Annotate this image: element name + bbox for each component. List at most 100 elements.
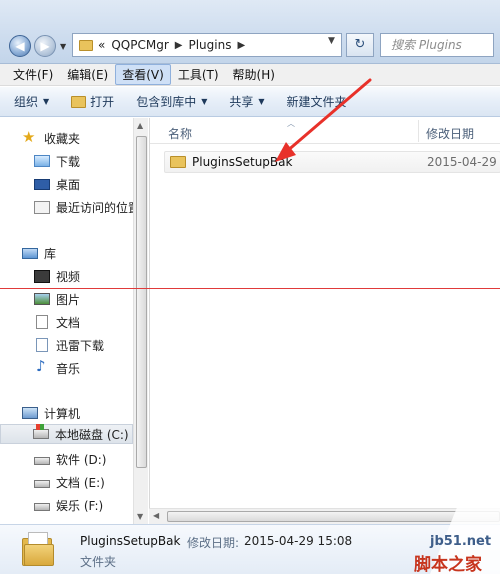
chevron-right-icon[interactable]: ▶ xyxy=(175,40,183,51)
menu-file[interactable]: 文件(F) xyxy=(6,64,60,85)
thunder-download-icon xyxy=(36,338,48,352)
command-bar: 组织 ▼ 打开 包含到库中 ▼ 共享 ▼ 新建文件夹 xyxy=(0,87,500,117)
column-header-name[interactable]: 名称 xyxy=(168,125,192,142)
nav-thunder-label: 迅雷下载 xyxy=(56,338,105,353)
recent-places-icon xyxy=(34,200,50,214)
nav-drive-e[interactable]: 文档 (E:) xyxy=(34,472,105,492)
scrollbar-thumb[interactable] xyxy=(136,136,147,468)
refresh-button[interactable]: ↻ xyxy=(346,33,374,57)
nav-computer-label: 计算机 xyxy=(44,406,81,421)
watermark-logo-text: 脚本之家 xyxy=(414,555,482,574)
details-file-name: PluginsSetupBak xyxy=(80,534,181,548)
video-icon xyxy=(34,269,50,283)
file-row[interactable]: PluginsSetupBak 2015-04-29 1 xyxy=(164,151,500,173)
recent-pages-dropdown-icon[interactable]: ▼ xyxy=(60,42,66,51)
file-list-pane: ︿ 名称 修改日期 PluginsSetupBak 2015-04-29 1 xyxy=(149,118,500,524)
chevron-down-icon: ▼ xyxy=(43,97,50,106)
nav-music-label: 音乐 xyxy=(56,361,81,376)
open-button[interactable]: 打开 xyxy=(71,93,114,110)
folder-icon xyxy=(79,39,93,51)
forward-button[interactable]: ▶ xyxy=(34,35,56,57)
column-divider[interactable] xyxy=(418,120,419,142)
new-folder-button[interactable]: 新建文件夹 xyxy=(287,93,347,110)
folder-icon xyxy=(170,156,186,168)
drive-icon xyxy=(34,480,50,488)
nav-videos[interactable]: 视频 xyxy=(34,266,80,286)
details-file-type: 文件夹 xyxy=(80,555,117,569)
nav-drive-f[interactable]: 娱乐 (F:) xyxy=(34,495,103,515)
nav-videos-label: 视频 xyxy=(56,269,81,284)
star-icon xyxy=(22,128,38,146)
navigation-scrollbar[interactable]: ▲ ▼ xyxy=(133,118,148,524)
nav-computer[interactable]: 计算机 xyxy=(22,403,80,423)
nav-drive-d-label: 软件 (D:) xyxy=(56,452,107,467)
scroll-up-icon[interactable]: ▲ xyxy=(137,121,143,130)
chevron-down-icon: ▼ xyxy=(201,97,208,106)
nav-libraries[interactable]: 库 xyxy=(22,243,56,263)
search-input[interactable]: 搜索 Plugins xyxy=(380,33,494,57)
horizontal-scrollbar[interactable]: ◀ xyxy=(149,508,500,524)
nav-desktop[interactable]: 桌面 xyxy=(34,174,80,194)
horizontal-scrollbar-thumb[interactable] xyxy=(167,511,500,522)
column-header-date-modified[interactable]: 修改日期 xyxy=(426,125,474,142)
organize-label: 组织 xyxy=(14,95,39,109)
nav-favorites-label: 收藏夹 xyxy=(44,131,81,146)
nav-pictures-label: 图片 xyxy=(56,292,81,307)
breadcrumb[interactable]: « QQPCMgr ▶ Plugins ▶ xyxy=(72,33,342,57)
menu-tools[interactable]: 工具(T) xyxy=(171,64,226,85)
nav-drive-f-label: 娱乐 (F:) xyxy=(56,498,104,513)
large-folder-icon xyxy=(22,532,56,568)
scroll-left-icon[interactable]: ◀ xyxy=(153,511,159,520)
column-header-row: ︿ 名称 修改日期 xyxy=(150,118,500,144)
drive-icon xyxy=(34,503,50,511)
library-icon xyxy=(22,247,38,259)
nav-downloads-label: 下载 xyxy=(56,154,81,169)
refresh-icon: ↻ xyxy=(354,37,366,52)
include-in-library-label: 包含到库中 xyxy=(136,95,197,109)
chevron-down-icon: ▼ xyxy=(258,97,265,106)
nav-documents[interactable]: 文档 xyxy=(34,312,80,332)
picture-icon xyxy=(34,293,50,305)
menu-view[interactable]: 查看(V) xyxy=(115,64,171,85)
nav-drive-d[interactable]: 软件 (D:) xyxy=(34,449,106,469)
nav-thunder-downloads[interactable]: 迅雷下载 xyxy=(34,335,104,355)
annotation-guide-line xyxy=(0,288,500,289)
nav-pictures[interactable]: 图片 xyxy=(34,289,80,309)
share-label: 共享 xyxy=(229,95,254,109)
nav-drive-c-label: 本地磁盘 (C:) xyxy=(55,427,129,442)
file-date-modified: 2015-04-29 1 xyxy=(427,155,500,169)
breadcrumb-item-plugins[interactable]: Plugins xyxy=(188,38,231,52)
downloads-folder-icon xyxy=(34,155,50,167)
organize-button[interactable]: 组织 ▼ xyxy=(14,93,49,110)
back-button[interactable]: ◀ xyxy=(9,35,31,57)
address-toolbar: ◀ ▶ ▼ « QQPCMgr ▶ Plugins ▶ ▼ ↻ 搜索 Plugi… xyxy=(0,0,500,64)
open-label: 打开 xyxy=(90,95,115,109)
navigation-pane: 收藏夹 下载 桌面 最近访问的位置 库 视频 图片 文档 迅雷下载 音乐 计算机 xyxy=(0,118,140,524)
watermark-site-text: jb51.net xyxy=(430,534,492,549)
new-folder-label: 新建文件夹 xyxy=(286,95,347,109)
address-dropdown-icon[interactable]: ▼ xyxy=(328,36,335,46)
nav-favorites[interactable]: 收藏夹 xyxy=(22,128,80,148)
menu-edit[interactable]: 编辑(E) xyxy=(60,64,115,85)
nav-desktop-label: 桌面 xyxy=(56,177,81,192)
drive-icon xyxy=(34,457,50,465)
document-icon xyxy=(36,315,48,329)
chevron-right-icon[interactable]: ▶ xyxy=(237,40,245,51)
computer-icon xyxy=(22,407,38,419)
breadcrumb-overflow[interactable]: « xyxy=(98,38,105,52)
nav-libraries-label: 库 xyxy=(44,246,57,261)
nav-downloads[interactable]: 下载 xyxy=(34,151,80,171)
nav-drive-c[interactable]: 本地磁盘 (C:) xyxy=(0,424,133,444)
breadcrumb-item-qqpcmgr[interactable]: QQPCMgr xyxy=(111,38,168,52)
nav-music[interactable]: 音乐 xyxy=(34,357,81,378)
menu-help[interactable]: 帮助(H) xyxy=(226,64,282,85)
file-name: PluginsSetupBak xyxy=(192,155,293,169)
share-button[interactable]: 共享 ▼ xyxy=(229,93,264,110)
back-arrow-icon: ◀ xyxy=(15,39,25,53)
include-in-library-button[interactable]: 包含到库中 ▼ xyxy=(136,93,207,110)
nav-drive-e-label: 文档 (E:) xyxy=(56,475,105,490)
open-folder-icon xyxy=(71,95,87,108)
scroll-down-icon[interactable]: ▼ xyxy=(137,512,143,521)
nav-recent-places[interactable]: 最近访问的位置 xyxy=(34,197,140,217)
details-date-label: 修改日期: xyxy=(187,536,240,550)
